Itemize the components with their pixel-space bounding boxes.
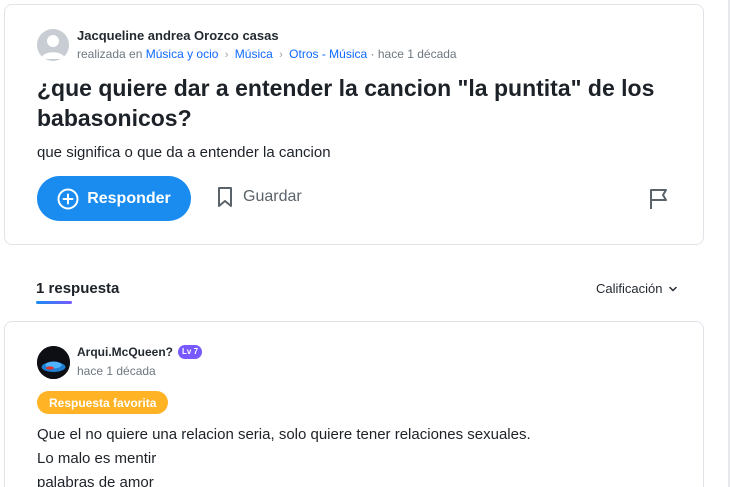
answers-tab-indicator [36,301,72,304]
question-title: ¿que quiere dar a entender la cancion "l… [37,75,655,131]
sort-dropdown[interactable]: Calificación [596,281,678,296]
author-avatar[interactable] [37,29,69,61]
chevron-right-icon: › [224,49,229,61]
asked-prefix: realizada en [77,47,143,61]
breadcrumb-topic[interactable]: Otros - Música [289,47,367,61]
answer-button[interactable]: Responder [37,176,191,221]
favorite-answer-badge: Respuesta favorita [37,391,169,414]
question-body: que significa o que da a entender la can… [37,144,331,161]
answer-author-avatar[interactable] [37,346,70,379]
answer-author: Arqui.McQueen? Lv 7 [77,345,203,359]
save-button[interactable]: Guardar [217,186,302,208]
question-time: hace 1 década [377,47,457,61]
answer-line: Lo malo es mentir [37,450,157,467]
chevron-down-icon [669,286,678,292]
answer-line: Que el no quiere una relacion seria, sol… [37,426,531,443]
report-button[interactable] [648,188,670,215]
car-avatar-icon [37,346,70,379]
sort-dropdown-label: Calificación [596,281,663,296]
answer-author-name[interactable]: Arqui.McQueen? [77,345,173,359]
chevron-right-icon: › [279,49,283,61]
question-author[interactable]: Jacqueline andrea Orozco casas [77,28,279,43]
answer-text: Que el no quiere una relacion seria, sol… [37,423,531,487]
level-badge: Lv 7 [178,345,203,359]
breadcrumb-subcategory[interactable]: Música [235,47,273,61]
question-card: Jacqueline andrea Orozco casas realizada… [4,4,704,245]
user-silhouette-icon [41,35,65,59]
plus-circle-icon [57,188,79,209]
answer-card: Arqui.McQueen? Lv 7 hace 1 década Respue… [4,321,704,487]
bookmark-icon [218,187,232,207]
flag-icon [650,189,667,209]
dot-separator: · [370,47,375,61]
save-button-label: Guardar [243,188,302,205]
answer-button-label: Responder [87,189,171,207]
answer-time: hace 1 década [77,364,156,378]
answer-line: palabras de amor [37,474,154,487]
question-meta: realizada en Música y ocio › Música › Ot… [77,47,457,61]
breadcrumb-category[interactable]: Música y ocio [146,47,219,61]
answers-count: 1 respuesta [36,280,120,297]
